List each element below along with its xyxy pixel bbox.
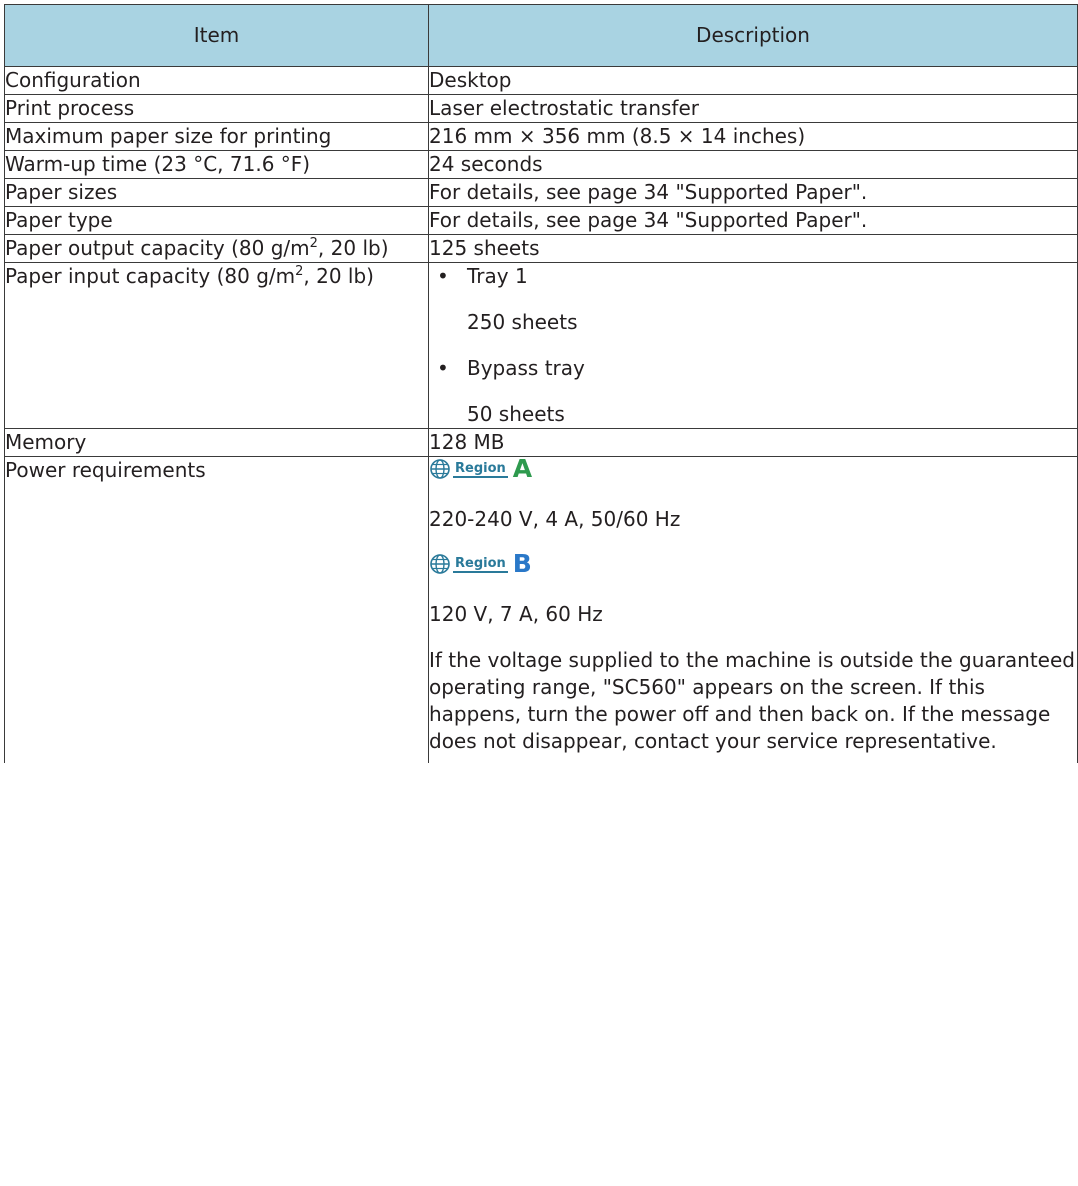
item-power-requirements: Power requirements [4,456,429,763]
region-b-badge: Region B [429,549,532,578]
input-capacity-label-end: , 20 lb) [303,264,374,288]
tray-list: • Tray 1 250 sheets • Bypass tray 50 she… [429,263,1077,428]
item-configuration: Configuration [4,66,429,95]
table-row: Paper type For details, see page 34 "Sup… [4,206,1078,235]
bullet-icon: • [437,356,449,380]
table-row: Memory 128 MB [4,428,1078,457]
region-label: Region [453,555,508,573]
desc-paper-type: For details, see page 34 "Supported Pape… [428,206,1078,235]
desc-output-capacity: 125 sheets [428,234,1078,263]
table-header-row: Item Description [4,4,1078,67]
tray-name: Bypass tray [467,356,585,380]
table-row: Configuration Desktop [4,66,1078,95]
item-output-capacity: Paper output capacity (80 g/m2, 20 lb) [4,234,429,263]
table-row: Paper output capacity (80 g/m2, 20 lb) 1… [4,234,1078,263]
table-row: Print process Laser electrostatic transf… [4,94,1078,123]
list-item: • Bypass tray 50 sheets [429,355,1077,428]
output-capacity-label: Paper output capacity (80 g/m [5,236,310,260]
region-a-badge: Region A [429,454,533,483]
bullet-icon: • [437,264,449,288]
item-max-paper-size: Maximum paper size for printing [4,122,429,151]
region-a-letter: A [512,454,533,483]
desc-print-process: Laser electrostatic transfer [428,94,1078,123]
tray-capacity: 250 sheets [467,310,578,334]
region-b-value: 120 V, 7 A, 60 Hz [429,602,603,626]
globe-icon [430,459,450,479]
header-item: Item [4,4,429,67]
region-a-value: 220-240 V, 4 A, 50/60 Hz [429,507,681,531]
input-capacity-label: Paper input capacity (80 g/m [5,264,296,288]
table-row: Warm-up time (23 °C, 71.6 °F) 24 seconds [4,150,1078,179]
list-item: • Tray 1 250 sheets [429,263,1077,336]
desc-max-paper-size: 216 mm × 356 mm (8.5 × 14 inches) [428,122,1078,151]
region-label: Region [453,460,508,478]
item-input-capacity: Paper input capacity (80 g/m2, 20 lb) [4,262,429,429]
desc-configuration: Desktop [428,66,1078,95]
specifications-table: Item Description Configuration Desktop P… [4,4,1078,763]
item-warmup-time: Warm-up time (23 °C, 71.6 °F) [4,150,429,179]
tray-capacity: 50 sheets [467,402,565,426]
table-row: Paper sizes For details, see page 34 "Su… [4,178,1078,207]
desc-input-capacity: • Tray 1 250 sheets • Bypass tray 50 she… [428,262,1078,429]
table-row: Power requirements Region A 220-240 V, 4… [4,454,1078,763]
item-paper-type: Paper type [4,206,429,235]
table-row: Paper input capacity (80 g/m2, 20 lb) • … [4,262,1078,429]
superscript: 2 [309,236,318,251]
header-description: Description [428,4,1078,67]
table-row: Maximum paper size for printing 216 mm ×… [4,122,1078,151]
desc-power-requirements: Region A 220-240 V, 4 A, 50/60 Hz Region… [428,454,1078,763]
output-capacity-label-end: , 20 lb) [317,236,389,260]
desc-warmup-time: 24 seconds [428,150,1078,179]
desc-memory: 128 MB [428,428,1078,457]
globe-icon [430,554,450,574]
desc-paper-sizes: For details, see page 34 "Supported Pape… [428,178,1078,207]
item-paper-sizes: Paper sizes [4,178,429,207]
tray-name: Tray 1 [467,264,528,288]
item-print-process: Print process [4,94,429,123]
item-memory: Memory [4,428,429,457]
voltage-note: If the voltage supplied to the machine i… [429,648,1075,753]
region-b-letter: B [512,549,532,578]
